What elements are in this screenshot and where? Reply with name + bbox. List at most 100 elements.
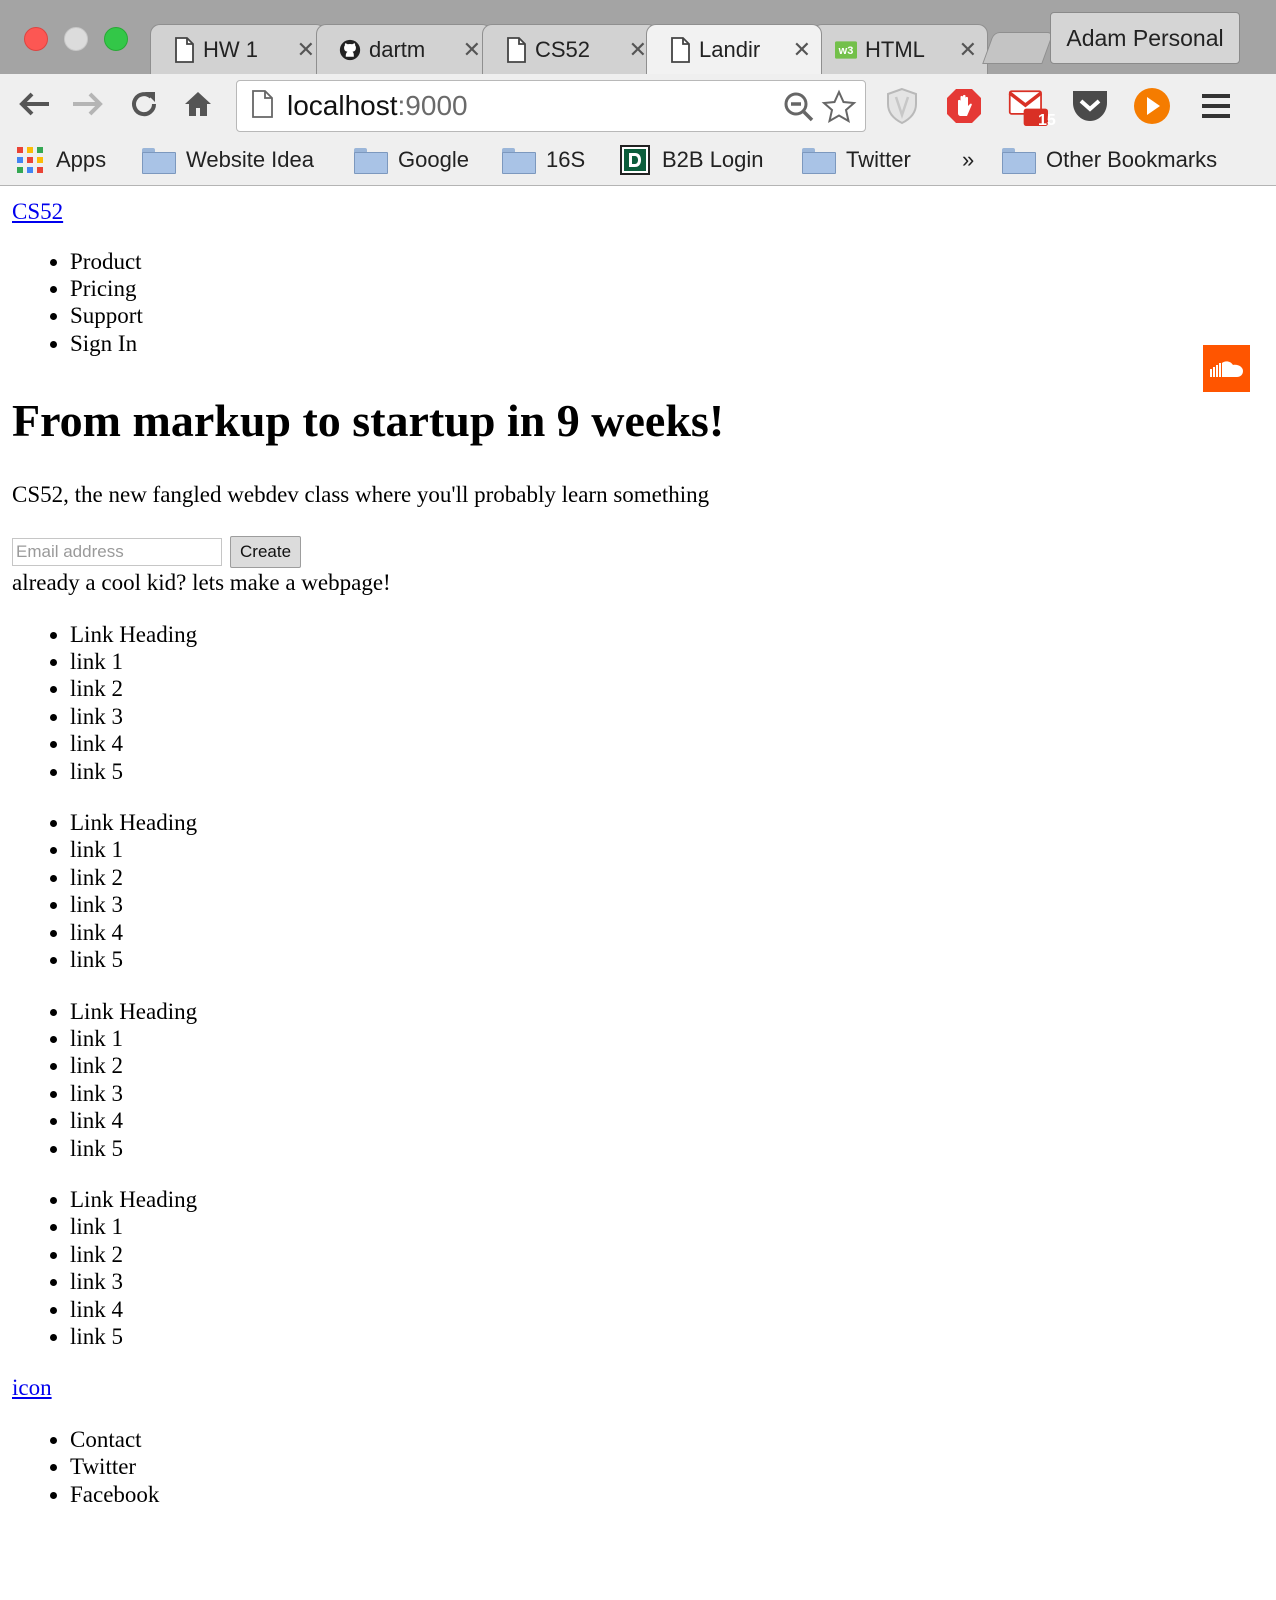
folder-icon [354, 148, 388, 174]
pocket-icon[interactable] [1070, 86, 1110, 126]
nav-item-sign-in[interactable]: Sign In [70, 330, 1252, 357]
bookmark-label: Apps [56, 147, 107, 172]
bookmarks-bar: Apps Website Idea Google 16S B2B Login T… [0, 136, 1276, 186]
address-bar[interactable]: localhost:9000 [236, 80, 866, 132]
list-item-link[interactable]: link 3 [70, 703, 1252, 730]
ublock-hand-icon[interactable] [944, 86, 984, 126]
link-heading: Link Heading [70, 998, 1252, 1025]
page-content: CS52 Product Pricing Support Sign In Fro… [12, 186, 1252, 1508]
tab-cs52[interactable]: CS52 ✕ [482, 24, 658, 74]
soundcloud-cloud-icon[interactable] [1203, 345, 1250, 392]
list-item-link[interactable]: link 1 [70, 836, 1252, 863]
list-item-link[interactable]: link 1 [70, 648, 1252, 675]
list-item-link[interactable]: link 2 [70, 1052, 1252, 1079]
nav-item-pricing[interactable]: Pricing [70, 275, 1252, 302]
folder-icon [802, 148, 836, 174]
hero-title: From markup to startup in 9 weeks! [12, 395, 725, 447]
list-item-link[interactable]: link 2 [70, 1241, 1252, 1268]
window-close-button[interactable] [24, 27, 48, 51]
tab-title: HTML [865, 36, 925, 62]
url-text[interactable]: localhost:9000 [287, 90, 468, 122]
back-arrow-icon[interactable] [16, 86, 52, 122]
shield-icon[interactable] [882, 86, 922, 126]
folder-icon [502, 148, 536, 174]
bookmark-twitter[interactable]: Twitter [802, 142, 911, 178]
tab-close-icon[interactable]: ✕ [463, 37, 481, 63]
logo-link[interactable]: CS52 [12, 198, 1252, 226]
bookmark-other-bookmarks[interactable]: Other Bookmarks [1002, 142, 1217, 178]
page-icon [505, 36, 527, 63]
bookmark-google[interactable]: Google [354, 142, 469, 178]
tab-title: CS52 [535, 36, 591, 62]
page-icon [251, 89, 273, 123]
link-group-1: Link Heading link 1 link 2 link 3 link 4… [12, 621, 1252, 785]
list-item-link[interactable]: link 3 [70, 1268, 1252, 1295]
list-item-link[interactable]: link 2 [70, 864, 1252, 891]
tab-hw1[interactable]: HW 1 ✕ [150, 24, 326, 74]
tab-github[interactable]: dartm ✕ [316, 24, 492, 74]
bookmark-star-icon[interactable] [821, 89, 857, 130]
list-item-link[interactable]: link 5 [70, 1135, 1252, 1162]
list-item-link[interactable]: link 4 [70, 730, 1252, 757]
tab-close-icon[interactable]: ✕ [959, 37, 977, 63]
nav-item-support[interactable]: Support [70, 302, 1252, 329]
tab-close-icon[interactable]: ✕ [793, 37, 811, 63]
url-port: :9000 [397, 90, 468, 121]
create-button[interactable]: Create [230, 535, 302, 568]
email-input[interactable] [12, 537, 222, 566]
new-tab-button[interactable] [982, 32, 1054, 64]
window-minimize-button[interactable] [64, 27, 88, 51]
play-icon[interactable] [1132, 86, 1172, 126]
bookmark-label: Google [398, 147, 469, 172]
profile-button[interactable]: Adam Personal [1050, 12, 1240, 64]
apps-grid-icon [16, 146, 44, 174]
url-host: localhost [287, 90, 398, 121]
forward-arrow-icon[interactable] [70, 86, 106, 122]
zoom-icon[interactable] [783, 91, 815, 128]
gmail-icon[interactable]: 15 [1008, 86, 1056, 129]
tab-strip: HW 1 ✕ dartm ✕ CS52 ✕ Landir ✕ w3 HTML ✕… [0, 0, 1276, 74]
list-item-link[interactable]: link 5 [70, 758, 1252, 785]
home-icon[interactable] [180, 86, 216, 122]
svg-text:w3: w3 [838, 44, 854, 56]
footer-nav: Contact Twitter Facebook [12, 1426, 1252, 1508]
tab-title: Landir [699, 36, 761, 62]
bookmark-label: 16S [546, 147, 586, 172]
list-item-link[interactable]: link 5 [70, 1323, 1252, 1350]
tab-landing[interactable]: Landir ✕ [646, 24, 822, 74]
footer-item-twitter[interactable]: Twitter [70, 1453, 1252, 1480]
folder-icon [142, 148, 176, 174]
link-group-4: Link Heading link 1 link 2 link 3 link 4… [12, 1186, 1252, 1350]
tab-html[interactable]: w3 HTML ✕ [812, 24, 988, 74]
menu-hamburger-icon[interactable] [1196, 86, 1236, 126]
list-item-link[interactable]: link 4 [70, 919, 1252, 946]
list-item-link[interactable]: link 2 [70, 675, 1252, 702]
gmail-badge: 15 [1038, 112, 1056, 129]
tab-title: dartm [369, 36, 426, 62]
footer-item-contact[interactable]: Contact [70, 1426, 1252, 1453]
bookmark-apps[interactable]: Apps [16, 142, 106, 178]
list-item-link[interactable]: link 5 [70, 946, 1252, 973]
bookmark-label: Other Bookmarks [1046, 147, 1218, 172]
footer-item-facebook[interactable]: Facebook [70, 1481, 1252, 1508]
folder-icon [1002, 148, 1036, 174]
list-item-link[interactable]: link 3 [70, 891, 1252, 918]
nav-item-product[interactable]: Product [70, 248, 1252, 275]
bookmark-website-idea[interactable]: Website Idea [142, 142, 314, 178]
bookmarks-overflow-chevron-icon[interactable]: » [962, 142, 974, 178]
bookmark-b2b-login[interactable]: B2B Login [620, 142, 764, 178]
tab-close-icon[interactable]: ✕ [629, 37, 647, 63]
list-item-link[interactable]: link 3 [70, 1080, 1252, 1107]
page-icon [669, 36, 691, 63]
list-item-link[interactable]: link 4 [70, 1296, 1252, 1323]
bookmark-label: Website Idea [186, 147, 315, 172]
list-item-link[interactable]: link 1 [70, 1213, 1252, 1240]
list-item-link[interactable]: link 4 [70, 1107, 1252, 1134]
bookmark-16s[interactable]: 16S [502, 142, 585, 178]
reload-icon[interactable] [126, 86, 162, 122]
list-item-link[interactable]: link 1 [70, 1025, 1252, 1052]
tab-close-icon[interactable]: ✕ [297, 37, 315, 63]
footer-icon-link[interactable]: icon [12, 1374, 1252, 1402]
link-heading: Link Heading [70, 1186, 1252, 1213]
window-zoom-button[interactable] [104, 27, 128, 51]
